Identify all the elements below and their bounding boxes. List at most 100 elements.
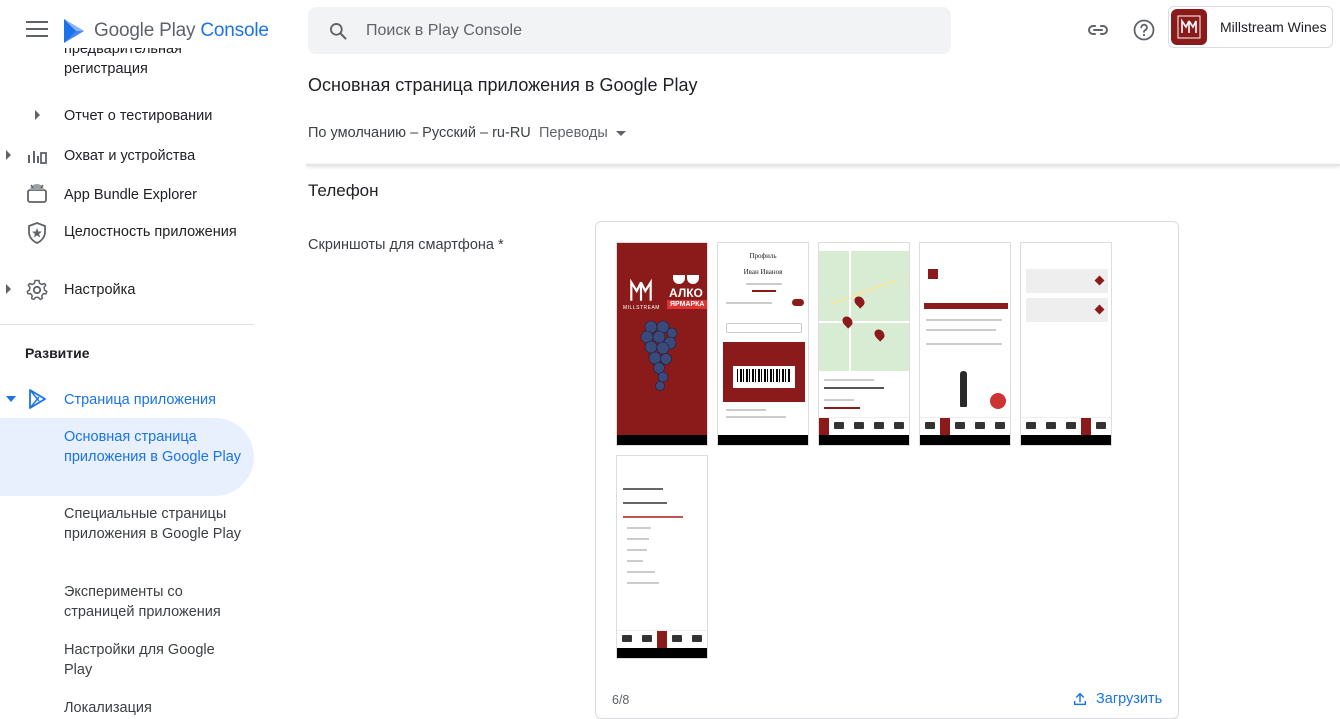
screenshot-thumbnail[interactable] <box>1020 242 1112 446</box>
upload-label: Загрузить <box>1096 691 1163 707</box>
text-line <box>752 290 776 292</box>
status-bar <box>617 243 707 250</box>
bottom-tab-bar <box>1021 417 1111 435</box>
help-icon[interactable] <box>1132 18 1156 42</box>
expand-arrow-icon[interactable] <box>6 150 11 160</box>
text-line <box>627 538 649 540</box>
profile-title: Профиль <box>749 252 777 260</box>
fab-button <box>990 393 1006 409</box>
status-bar <box>617 456 707 463</box>
grapes-icon <box>640 320 678 391</box>
expand-arrow-icon[interactable] <box>6 284 11 294</box>
sidebar-divider <box>0 324 254 325</box>
account-switcher[interactable]: Millstream Wines <box>1168 6 1333 48</box>
required-mark: * <box>498 237 504 253</box>
screenshot-counter: 6/8 <box>612 693 630 707</box>
menu-icon[interactable] <box>26 21 48 39</box>
text-line <box>746 283 782 285</box>
screenshot-thumbnail[interactable] <box>616 455 708 659</box>
translations-dropdown[interactable]: Переводы <box>539 125 626 141</box>
android-icon <box>27 184 47 203</box>
sidebar-item-setup[interactable]: Настройка <box>0 278 254 302</box>
upload-button[interactable]: Загрузить <box>1072 691 1162 707</box>
text-line <box>623 488 663 490</box>
play-icon <box>29 389 46 409</box>
text-line <box>926 319 1002 321</box>
upload-icon <box>1073 692 1087 706</box>
android-nav-bar <box>1021 435 1111 445</box>
status-bar <box>920 243 1010 250</box>
sidebar-item-app-integrity[interactable]: Целостность приложения <box>0 221 254 263</box>
app-logo-icon <box>928 269 938 279</box>
text-line <box>824 407 860 409</box>
field-label-text: Скриншоты для смартфона <box>308 237 494 253</box>
gear-icon <box>26 279 48 301</box>
sidebar-subitem-listing-experiments[interactable]: Эксперименты со страницей приложения <box>64 583 242 622</box>
sidebar-item-reach-devices[interactable]: Охват и устройства <box>0 144 254 168</box>
toggle-switch <box>792 299 804 306</box>
text-line <box>926 343 1002 345</box>
page-title: Основная страница приложения в Google Pl… <box>308 75 698 95</box>
order-card <box>1026 298 1108 322</box>
play-logo-icon <box>64 19 84 43</box>
status-bar <box>819 243 909 250</box>
sidebar-item-store-presence[interactable]: Страница приложения <box>0 387 254 411</box>
fair-badge: ЯРМАРКА <box>667 300 707 309</box>
brand-text: MILLSTREAM <box>623 305 660 311</box>
search-input[interactable]: Поиск в Play Console <box>366 22 522 40</box>
chevron-down-icon <box>615 130 626 136</box>
sidebar-item-label: App Bundle Explorer <box>64 187 197 203</box>
text-line <box>627 571 655 573</box>
sidebar-item-app-bundle-explorer[interactable]: App Bundle Explorer <box>0 182 254 206</box>
header-divider <box>306 164 1340 166</box>
account-avatar <box>1171 9 1207 45</box>
sidebar-subitem-main-listing[interactable]: Основная страница приложения в Google Pl… <box>64 428 242 467</box>
screenshot-thumbnail[interactable]: Профиль Иван Иванов <box>717 242 809 446</box>
millstream-logo-icon <box>630 278 652 301</box>
logo-text: Google Play Console <box>94 20 269 41</box>
search-icon <box>330 22 347 39</box>
sidebar-item-label: Охват и устройства <box>64 148 196 164</box>
sidebar: предварительная регистрация Отчет о тест… <box>0 48 254 719</box>
collapse-arrow-icon[interactable] <box>6 396 16 402</box>
sidebar-item-label: Настройка <box>64 282 136 298</box>
android-nav-bar <box>819 435 909 445</box>
wine-glass-icon <box>673 275 685 284</box>
status-bar <box>718 243 808 250</box>
sidebar-item-label: Отчет о тестировании <box>64 108 213 124</box>
android-nav-bar <box>718 435 808 445</box>
text-line <box>926 329 996 331</box>
wine-glass-icon <box>687 275 699 284</box>
sidebar-item-label: Страница приложения <box>64 392 217 408</box>
field-label-phone-screenshots: Скриншоты для смартфона * <box>308 237 504 253</box>
barcode <box>733 366 795 388</box>
select-box <box>726 323 802 333</box>
expand-arrow-icon[interactable] <box>35 110 40 120</box>
map-area <box>819 251 909 371</box>
map-pin-icon <box>840 314 855 329</box>
wine-bottle-icon <box>960 371 967 407</box>
text-line <box>824 399 854 401</box>
link-icon[interactable] <box>1086 18 1110 42</box>
sidebar-subitem-play-settings[interactable]: Настройки для Google Play <box>64 641 242 680</box>
shield-icon <box>28 222 46 244</box>
text-line <box>623 502 667 504</box>
map-pin-icon <box>852 294 867 309</box>
text-line <box>627 560 643 562</box>
alco-badge: АЛКО <box>669 286 703 300</box>
sidebar-subitem-custom-listings[interactable]: Специальные страницы приложения в Google… <box>64 505 242 544</box>
screenshot-thumbnail[interactable] <box>919 242 1011 446</box>
sidebar-subitem-localization[interactable]: Локализация <box>64 699 242 719</box>
android-nav-bar <box>920 435 1010 445</box>
text-line <box>824 387 884 389</box>
sidebar-item-testing-report[interactable]: Отчет о тестировании <box>0 105 254 127</box>
section-heading-phone: Телефон <box>308 181 379 200</box>
google-play-console-logo[interactable]: Google Play Console <box>62 16 269 46</box>
screenshot-thumbnail[interactable]: MILLSTREAM АЛКО ЯРМАРКА <box>616 242 708 446</box>
millstream-logo-icon <box>1177 15 1201 39</box>
sidebar-item-label: Целостность приложения <box>64 224 237 240</box>
screenshot-thumbnail[interactable] <box>818 242 910 446</box>
search-bar[interactable]: Поиск в Play Console <box>308 7 951 54</box>
text-line <box>627 582 659 584</box>
category-bar <box>924 303 1008 309</box>
